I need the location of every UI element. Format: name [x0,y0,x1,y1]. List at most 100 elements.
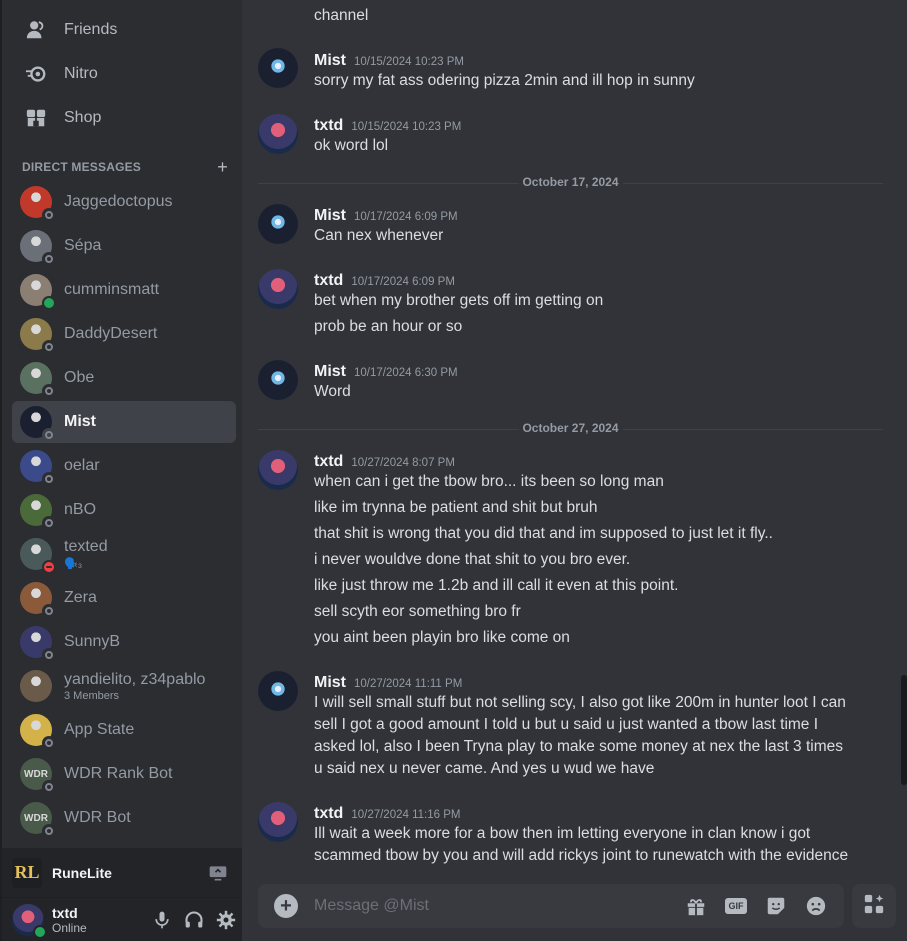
dm-text: Zera [64,589,97,607]
dm-item[interactable]: Mist [12,401,236,443]
dm-item[interactable]: WDR WDR Rank Bot [12,753,236,795]
message-content: Can nex whenever [314,227,444,244]
dm-name: App State [64,721,135,738]
dm-item[interactable]: DaddyDesert [12,313,236,355]
dm-avatar [20,538,56,574]
user-panel: txtd Online [2,898,242,941]
dm-item[interactable]: Zera [12,577,236,619]
nav-friends-label: Friends [64,21,118,38]
activity-panel[interactable]: RL RuneLite [2,848,242,898]
gift-icon[interactable] [684,894,708,918]
chat-scrollbar[interactable] [901,675,907,785]
dm-avatar [20,406,56,442]
message-avatar[interactable] [258,114,298,154]
user-avatar[interactable] [12,903,47,939]
create-dm-icon[interactable]: + [217,158,228,176]
date-divider-label: October 27, 2024 [518,421,623,435]
message-content: when can i get the tbow bro... its been … [314,473,664,490]
screen-share-icon[interactable] [208,863,228,883]
dm-item[interactable]: oelar [12,445,236,487]
dm-avatar [20,582,56,618]
dm-text: Sépa [64,237,101,255]
message-header: txtd 10/15/2024 10:23 PM [314,117,461,135]
dm-avatar [20,274,56,310]
message-avatar[interactable] [258,48,298,88]
dm-avatar: WDR [20,802,56,838]
dm-name: yandielito, z34pablo [64,670,206,688]
message-avatar[interactable] [258,450,298,490]
nav-friends[interactable]: Friends [12,10,236,50]
dm-avatar [20,186,56,222]
message-avatar[interactable] [258,204,298,244]
sticker-icon[interactable] [764,894,788,918]
message-avatar[interactable] [258,360,298,400]
message-author[interactable]: Mist [314,52,346,70]
dm-name: texted [64,538,108,555]
settings-gear-icon[interactable] [210,904,242,936]
dm-item[interactable]: texted 🗣️₃ [12,533,236,575]
bot-badge: WDR [24,768,48,780]
dm-text: DaddyDesert [64,325,157,343]
status-indicator [42,648,56,662]
date-divider: October 17, 2024 [258,175,883,189]
dm-item[interactable]: yandielito, z34pablo 3 Members [12,665,236,707]
message-input[interactable] [314,897,684,915]
runelite-logo-icon: RL [12,857,42,888]
emoji-icon[interactable] [804,894,828,918]
status-indicator [42,252,56,266]
message-header: Mist 10/15/2024 10:23 PM [314,52,464,70]
dm-name: cumminsmatt [64,281,160,298]
nav-nitro[interactable]: Nitro [12,54,236,94]
dm-name: Obe [64,369,95,386]
dm-name: Jaggedoctopus [64,193,173,210]
nav-shop[interactable]: Shop [12,98,236,138]
message-header: Mist 10/17/2024 6:09 PM [314,207,458,225]
message-author[interactable]: Mist [314,207,346,225]
message-author[interactable]: Mist [314,363,346,381]
message-author[interactable]: txtd [314,805,343,823]
message-composer: + GIF [258,884,844,928]
dm-item[interactable]: Sépa [12,225,236,267]
message-content: I will sell small stuff but not selling … [314,694,846,777]
dm-name: SunnyB [64,633,121,650]
dm-text: Jaggedoctopus [64,193,173,211]
status-indicator [42,340,56,354]
microphone-icon[interactable] [146,904,178,936]
dm-item[interactable]: App State [12,709,236,751]
add-attachment-icon[interactable]: + [274,894,298,918]
message-author[interactable]: txtd [314,272,343,290]
dm-item[interactable]: WDR WDR Bot [12,797,236,839]
message-content: like just throw me 1.2b and ill call it … [314,577,679,594]
apps-button[interactable] [852,884,896,928]
dm-item[interactable]: nBO [12,489,236,531]
dm-name: WDR Bot [64,809,131,826]
message-avatar[interactable] [258,269,298,309]
headphones-icon[interactable] [178,904,210,936]
dm-item[interactable]: cumminsmatt [12,269,236,311]
message-author[interactable]: txtd [314,453,343,471]
chat-area: channel Mist 10/15/2024 10:23 PM sorry my … [242,0,907,941]
dm-item[interactable]: Jaggedoctopus [12,181,236,223]
message-author[interactable]: txtd [314,117,343,135]
dm-text: SunnyB [64,633,120,651]
message-avatar[interactable] [258,671,298,711]
date-divider-label: October 17, 2024 [518,175,623,189]
message-avatar[interactable] [258,802,298,842]
gif-icon[interactable]: GIF [724,894,748,918]
dm-item[interactable]: SunnyB [12,621,236,663]
gif-label: GIF [725,898,747,914]
date-divider: October 27, 2024 [258,421,883,435]
dm-name: WDR Rank Bot [64,765,173,782]
shop-icon [24,106,48,130]
dm-name: Zera [64,589,97,606]
message-header: Mist 10/17/2024 6:30 PM [314,363,458,381]
dm-avatar [20,318,56,354]
message-fragment: channel [314,7,369,24]
message-content: sorry my fat ass odering pizza 2min and … [314,72,695,89]
user-info[interactable]: txtd Online [52,905,146,935]
dm-item[interactable]: Obe [12,357,236,399]
dm-subtext: 🗣️₃ [64,558,83,570]
message-author[interactable]: Mist [314,674,346,692]
dm-sidebar: Friends Nitro Shop DIRECT MESSAGES + Jag… [0,0,242,941]
user-status-indicator [33,924,47,939]
